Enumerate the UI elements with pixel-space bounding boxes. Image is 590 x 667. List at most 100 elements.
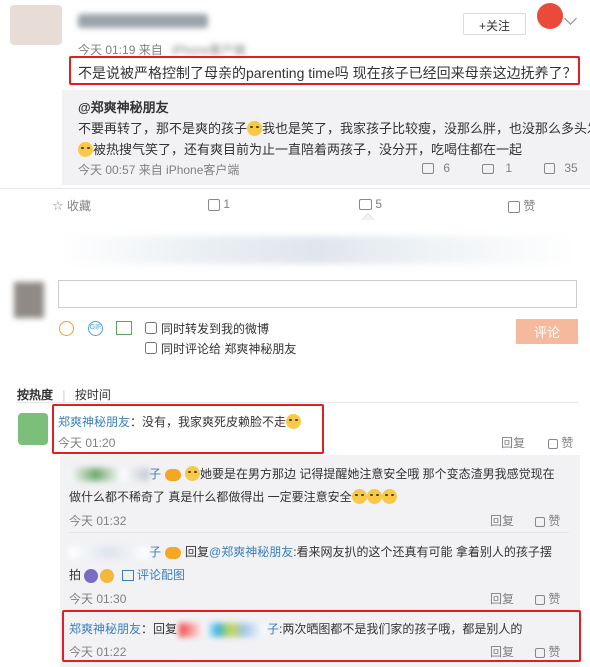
sticker-emoji-icon bbox=[84, 568, 99, 583]
laugh-emoji-icon bbox=[78, 142, 93, 157]
post-source: iPhone客户端 bbox=[172, 43, 246, 57]
quoted-text-c: 被热搜气笑了，还有爽目前为止一直陪着两孩子，没分开，吃喝住都在一起 bbox=[93, 142, 523, 157]
sticker-emoji-icon bbox=[100, 568, 115, 583]
emoji-button-icon[interactable] bbox=[59, 321, 74, 336]
highlight-box-post bbox=[69, 56, 580, 85]
reply-1-time: 今天 01:32 bbox=[69, 514, 127, 528]
quoted-text-b: 我也是笑了，我家孩子比较瘦，没那么胖，也没那么多头发 bbox=[262, 121, 590, 136]
laugh-emoji-icon bbox=[247, 121, 263, 136]
comment-to-option-label: 同时评论给 郑爽神秘朋友 bbox=[161, 342, 297, 356]
reply-1-body: 子 她要是在男方那边 记得提醒她注意安全哦 那个变态渣男我感觉现在 bbox=[69, 465, 555, 482]
sort-tabs: 按热度 | 按时间 bbox=[17, 386, 111, 403]
reply-2-reply-button[interactable]: 回复 bbox=[490, 590, 514, 607]
quoted-text-line2: 被热搜气笑了，还有爽目前为止一直陪着两孩子，没分开，吃喝住都在一起 bbox=[78, 139, 522, 158]
thumbs-up-icon bbox=[548, 438, 558, 449]
reply-3-like-label: 赞 bbox=[548, 645, 561, 659]
reply-2-body: 子 回复@郑爽神秘朋友:看来网友扒的这个还真有可能 拿着别人的孩子摆 bbox=[69, 543, 552, 560]
reply-1-text-line1: 她要是在男方那边 记得提醒她注意安全哦 那个变态渣男我感觉现在 bbox=[200, 467, 555, 481]
comment-like-button[interactable]: 赞 bbox=[548, 434, 573, 451]
thumbs-up-icon bbox=[535, 647, 545, 658]
repost-icon bbox=[422, 163, 434, 175]
sort-time-tab[interactable]: 按时间 bbox=[75, 388, 111, 402]
reply-1-author[interactable]: 子 bbox=[149, 467, 161, 481]
reply-2-author[interactable]: 子 bbox=[149, 545, 161, 559]
reply-2-image-link[interactable]: 评论配图 bbox=[137, 568, 185, 582]
reply-1-author-blur[interactable] bbox=[69, 468, 149, 482]
favorite-button[interactable]: ☆ 收藏 bbox=[52, 197, 91, 214]
red-envelope-icon bbox=[537, 3, 563, 29]
reply-1-reply-button[interactable]: 回复 bbox=[490, 512, 514, 529]
post-avatar[interactable] bbox=[10, 5, 62, 45]
laugh-emoji-icon bbox=[366, 489, 382, 504]
reply-2-mention[interactable]: @郑爽神秘朋友 bbox=[209, 545, 293, 559]
sort-divider bbox=[17, 402, 578, 403]
vip-badge-icon bbox=[165, 468, 182, 481]
quoted-like-count[interactable]: 35 bbox=[544, 161, 578, 175]
quoted-author[interactable]: @郑爽神秘朋友 bbox=[78, 97, 169, 116]
comment-button[interactable]: 5 bbox=[359, 197, 382, 211]
like-button[interactable]: 赞 bbox=[508, 197, 535, 214]
reply-1-text-line2: 做什么都不稀奇了 真是什么都做得出 一定要注意安全 bbox=[69, 490, 352, 504]
reply-2-prefix: 回复 bbox=[185, 545, 210, 559]
laugh-emoji-icon bbox=[351, 489, 367, 504]
favorite-label: 收藏 bbox=[67, 199, 92, 213]
reply-2-text-line1: :看来网友扒的这个还真有可能 拿着别人的孩子摆 bbox=[293, 545, 552, 559]
sort-hot-tab[interactable]: 按热度 bbox=[17, 388, 53, 402]
quoted-time: 今天 00:57 来自 iPhone客户端 bbox=[78, 163, 240, 177]
like-label: 赞 bbox=[523, 199, 536, 213]
reply-2-author-blur[interactable] bbox=[69, 546, 149, 560]
thumbs-up-icon bbox=[508, 200, 520, 213]
reply-1-like-label: 赞 bbox=[548, 514, 561, 528]
reply-1-like-button[interactable]: 赞 bbox=[535, 512, 560, 529]
reply-2-text-line2: 拍 bbox=[69, 568, 82, 582]
image-button-icon[interactable] bbox=[116, 321, 132, 335]
repost-checkbox[interactable] bbox=[145, 322, 157, 334]
laugh-emoji-icon bbox=[381, 489, 397, 504]
reply-3-reply-button[interactable]: 回复 bbox=[490, 643, 514, 660]
quoted-comments-value: 1 bbox=[505, 161, 513, 175]
sort-separator: | bbox=[62, 388, 66, 402]
comment-like-label: 赞 bbox=[561, 436, 574, 450]
reply-2-like-button[interactable]: 赞 bbox=[535, 590, 560, 607]
comment-icon bbox=[482, 163, 494, 174]
repost-option-label: 同时转发到我的微博 bbox=[161, 322, 270, 336]
submit-comment-button[interactable]: 评论 bbox=[516, 319, 578, 344]
quoted-comment-count[interactable]: 1 bbox=[482, 161, 512, 175]
action-bar-top-divider bbox=[0, 188, 590, 189]
quoted-reposts-value: 6 bbox=[443, 161, 451, 175]
comment-icon bbox=[359, 199, 372, 211]
chevron-down-icon[interactable] bbox=[564, 12, 577, 25]
reply-1-line2: 做什么都不稀奇了 真是什么都做得出 一定要注意安全 bbox=[69, 488, 397, 505]
thumbs-up-icon bbox=[535, 516, 545, 527]
quoted-text-a: 不要再转了，那不是爽的孩子 bbox=[78, 121, 248, 136]
repost-icon bbox=[208, 198, 220, 211]
post-author-name[interactable] bbox=[78, 14, 208, 28]
blurred-banner bbox=[58, 236, 578, 264]
reply-2-time: 今天 01:30 bbox=[69, 592, 127, 606]
gif-button-icon[interactable]: GIF bbox=[88, 321, 103, 336]
quoted-likes-value: 35 bbox=[564, 161, 578, 175]
laugh-emoji-icon bbox=[185, 466, 201, 481]
reply-2-line2: 拍 评论配图 bbox=[69, 566, 185, 583]
reply-2-like-label: 赞 bbox=[548, 592, 561, 606]
comment-avatar[interactable] bbox=[18, 413, 48, 445]
comment-count: 5 bbox=[375, 197, 383, 211]
thumbs-up-icon bbox=[535, 594, 545, 605]
reply-divider-1 bbox=[69, 532, 569, 533]
highlight-box-comment bbox=[52, 404, 324, 454]
quoted-repost-count[interactable]: 6 bbox=[422, 161, 450, 175]
comment-input[interactable] bbox=[58, 280, 577, 308]
image-attachment-icon bbox=[122, 570, 135, 582]
thumbs-up-icon bbox=[544, 163, 555, 175]
repost-button[interactable]: 1 bbox=[208, 197, 230, 211]
star-icon: ☆ bbox=[52, 198, 64, 213]
repost-count: 1 bbox=[223, 197, 231, 211]
follow-button[interactable]: +关注 bbox=[463, 13, 526, 35]
composer-avatar[interactable] bbox=[14, 282, 44, 318]
post-time-text: 今天 01:19 来自 bbox=[78, 43, 163, 57]
comment-reply-button[interactable]: 回复 bbox=[501, 434, 525, 451]
reply-3-like-button[interactable]: 赞 bbox=[535, 643, 560, 660]
quoted-text-line1: 不要再转了，那不是爽的孩子 我也是笑了，我家孩子比较瘦，没那么胖，也没那么多头发 bbox=[78, 118, 590, 137]
comment-to-checkbox[interactable] bbox=[145, 342, 157, 354]
vip-badge-icon bbox=[165, 546, 182, 559]
